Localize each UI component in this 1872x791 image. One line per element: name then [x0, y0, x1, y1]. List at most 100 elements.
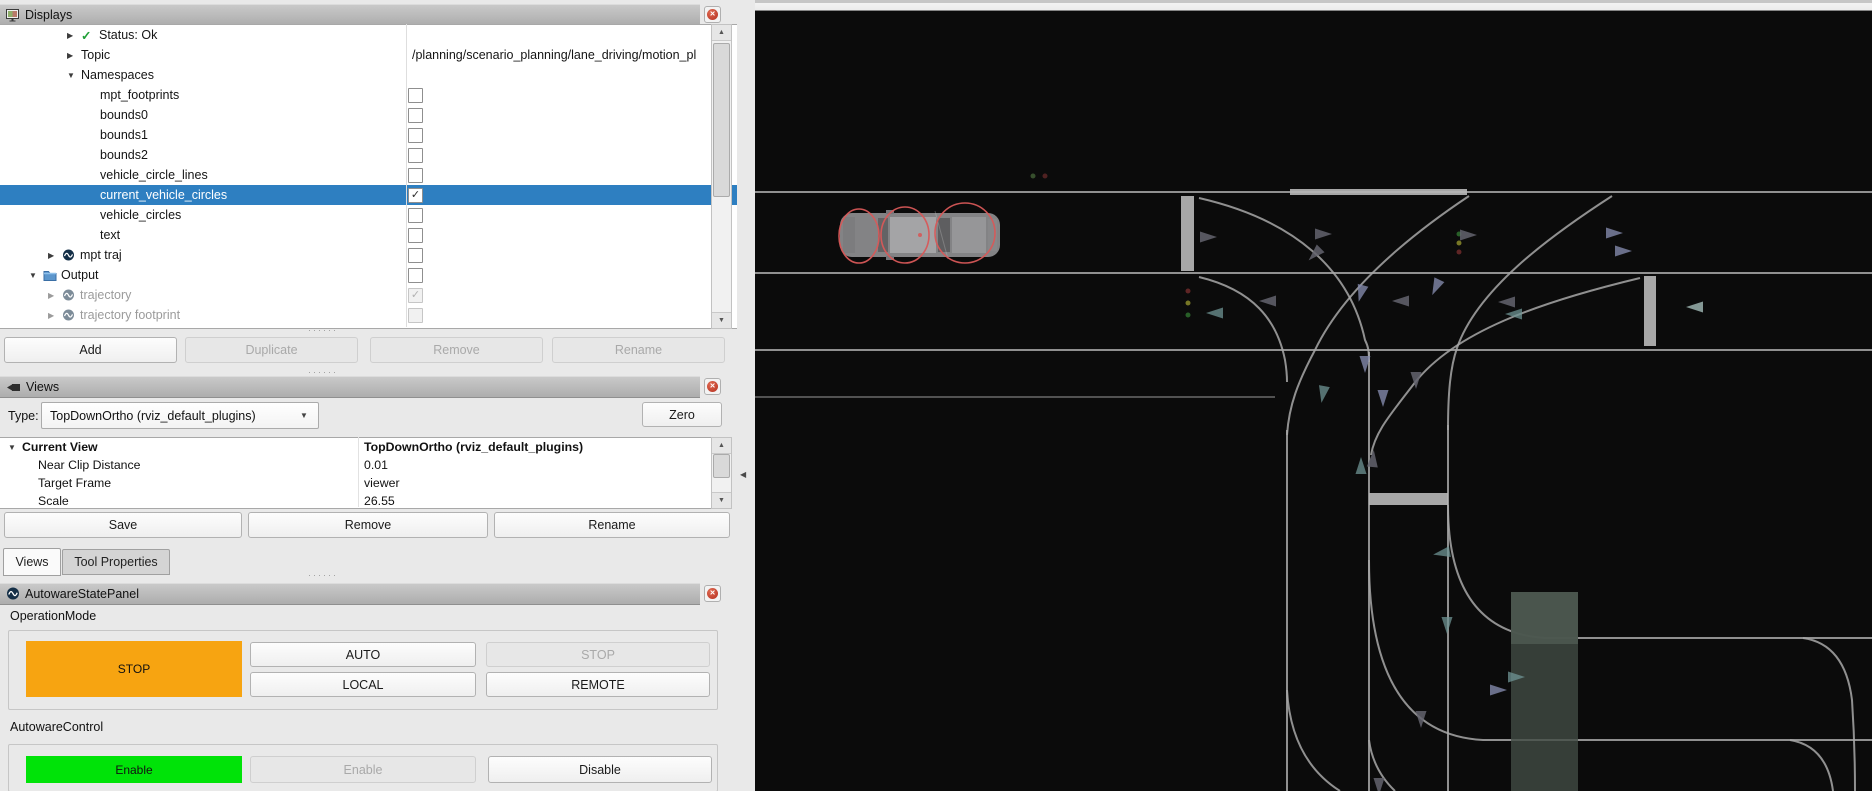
tree-checkbox[interactable]: [408, 88, 423, 103]
properties-scrollbar[interactable]: [711, 437, 732, 509]
tree-row-output[interactable]: ▼Output: [0, 265, 737, 285]
property-row-current-view[interactable]: ▼Current ViewTopDownOrtho (rviz_default_…: [0, 438, 712, 456]
tree-row-topic[interactable]: ▶Topic/planning/scenario_planning/lane_d…: [0, 45, 737, 65]
road-network: [755, 189, 1872, 791]
displays-rename-button: Rename: [552, 337, 725, 363]
tree-row-vehicle-circles[interactable]: vehicle_circles: [0, 205, 737, 225]
views-save-button[interactable]: Save: [4, 512, 242, 538]
tree-expand-right-icon[interactable]: ▶: [67, 31, 81, 40]
collapse-arrow-icon[interactable]: ◀: [740, 470, 746, 479]
tree-label: bounds0: [100, 108, 148, 122]
tree-label: mpt traj: [80, 248, 122, 262]
property-row-near-clip-distance[interactable]: Near Clip Distance0.01: [0, 456, 712, 474]
tree-row-vehicle-circle-lines[interactable]: vehicle_circle_lines: [0, 165, 737, 185]
tree-label: text: [100, 228, 120, 242]
scroll-up-icon[interactable]: [712, 438, 731, 454]
property-expand-down-icon[interactable]: ▼: [8, 443, 22, 452]
tree-row-bounds2[interactable]: bounds2: [0, 145, 737, 165]
scroll-down-icon[interactable]: [712, 312, 731, 328]
views-panel-header[interactable]: Views: [0, 376, 700, 398]
property-value[interactable]: TopDownOrtho (rviz_default_plugins): [364, 440, 583, 454]
tree-label: Status: Ok: [99, 28, 157, 42]
panel-splitter[interactable]: ◀: [737, 0, 755, 791]
scrollbar-handle[interactable]: [713, 454, 730, 478]
tree-checkbox[interactable]: ✓: [408, 288, 423, 303]
operation-mode-local-button[interactable]: LOCAL: [250, 672, 476, 697]
panels-column: Displays ✕ ▶✓Status: Ok▶Topic/planning/s…: [0, 0, 737, 791]
zero-button[interactable]: Zero: [642, 402, 722, 427]
tab-views[interactable]: Views: [3, 548, 61, 576]
views-remove-button[interactable]: Remove: [248, 512, 488, 538]
tree-checkbox[interactable]: [408, 208, 423, 223]
folder-icon: [43, 269, 61, 281]
tree-expand-down-icon[interactable]: ▼: [29, 271, 43, 280]
tree-checkbox[interactable]: [408, 168, 423, 183]
scrollbar-handle[interactable]: [713, 43, 730, 197]
views-rename-button[interactable]: Rename: [494, 512, 730, 538]
displays-tree-scrollbar[interactable]: [711, 24, 732, 329]
tree-expand-right-icon[interactable]: ▶: [48, 251, 62, 260]
folder-icon: [43, 269, 57, 281]
splitter-handle[interactable]: [293, 369, 353, 375]
displays-panel-header[interactable]: Displays: [0, 4, 700, 26]
viewport-3d[interactable]: [755, 0, 1872, 791]
displays-add-button[interactable]: Add: [4, 337, 177, 363]
status-ok-icon: ✓: [81, 28, 91, 43]
tree-checkbox[interactable]: [408, 248, 423, 263]
views-camera-icon: [6, 382, 21, 393]
tree-checkbox[interactable]: ✓: [408, 188, 423, 203]
tree-row-mpt-traj[interactable]: ▶ mpt traj: [0, 245, 737, 265]
tree-checkbox[interactable]: [408, 148, 423, 163]
tree-row-trajectory[interactable]: ▶trajectory✓: [0, 285, 737, 305]
displays-tree: ▶✓Status: Ok▶Topic/planning/scenario_pla…: [0, 24, 737, 329]
tree-row-bounds1[interactable]: bounds1: [0, 125, 737, 145]
property-row-scale[interactable]: Scale26.55: [0, 492, 712, 509]
tree-expand-right-icon[interactable]: ▶: [48, 311, 62, 320]
tree-expand-right-icon[interactable]: ▶: [48, 291, 62, 300]
tree-row-bounds0[interactable]: bounds0: [0, 105, 737, 125]
autoware-control-state-button[interactable]: Enable: [26, 756, 242, 783]
autoware-control-disable-button[interactable]: Disable: [488, 756, 712, 783]
tree-row-namespaces[interactable]: ▼Namespaces: [0, 65, 737, 85]
tab-tool-properties[interactable]: Tool Properties: [62, 549, 170, 575]
view-type-dropdown[interactable]: TopDownOrtho (rviz_default_plugins) ▼: [41, 402, 319, 429]
tree-row-status-ok[interactable]: ▶✓ Status: Ok: [0, 25, 737, 45]
tree-row-current-vehicle-circles[interactable]: current_vehicle_circles✓: [0, 185, 737, 205]
autoware-close-button[interactable]: ✕: [704, 585, 721, 602]
displays-remove-button: Remove: [370, 337, 543, 363]
tree-row-mpt-footprints[interactable]: mpt_footprints: [0, 85, 737, 105]
operation-mode-state-button[interactable]: STOP: [26, 641, 242, 697]
building-footprint: [1511, 592, 1578, 791]
operation-mode-remote-button[interactable]: REMOTE: [486, 672, 710, 697]
property-value[interactable]: viewer: [364, 476, 400, 490]
tree-value[interactable]: /planning/scenario_planning/lane_driving…: [412, 45, 708, 65]
splitter-handle[interactable]: [293, 327, 353, 333]
autoware-icon: [62, 289, 80, 302]
autoware-panel-header[interactable]: AutowareStatePanel: [0, 583, 700, 605]
tree-checkbox[interactable]: [408, 308, 423, 323]
scroll-down-icon[interactable]: [712, 492, 731, 508]
tree-checkbox[interactable]: [408, 128, 423, 143]
autoware-logo-icon: [6, 587, 20, 601]
tree-checkbox[interactable]: [408, 228, 423, 243]
operation-mode-auto-button[interactable]: AUTO: [250, 642, 476, 667]
operation-mode-stop-button: STOP: [486, 642, 710, 667]
displays-close-button[interactable]: ✕: [704, 6, 721, 23]
property-row-target-frame[interactable]: Target Frameviewer: [0, 474, 712, 492]
scroll-up-icon[interactable]: [712, 25, 731, 41]
autoware-control-buttons: Enable Disable: [250, 756, 712, 783]
tree-row-trajectory-footprint[interactable]: ▶trajectory footprint: [0, 305, 737, 325]
views-panel-title: Views: [26, 380, 59, 394]
tree-expand-down-icon[interactable]: ▼: [67, 71, 81, 80]
operation-mode-label: OperationMode: [10, 609, 96, 623]
intersection-edge-bar: [1290, 189, 1467, 195]
property-value[interactable]: 0.01: [364, 458, 388, 472]
tree-checkbox[interactable]: [408, 108, 423, 123]
property-value[interactable]: 26.55: [364, 494, 395, 508]
tree-row-text[interactable]: text: [0, 225, 737, 245]
splitter-handle[interactable]: [293, 572, 353, 578]
tree-expand-right-icon[interactable]: ▶: [67, 51, 81, 60]
autoware-control-enable-button: Enable: [250, 756, 476, 783]
views-close-button[interactable]: ✕: [704, 378, 721, 395]
tree-checkbox[interactable]: [408, 268, 423, 283]
